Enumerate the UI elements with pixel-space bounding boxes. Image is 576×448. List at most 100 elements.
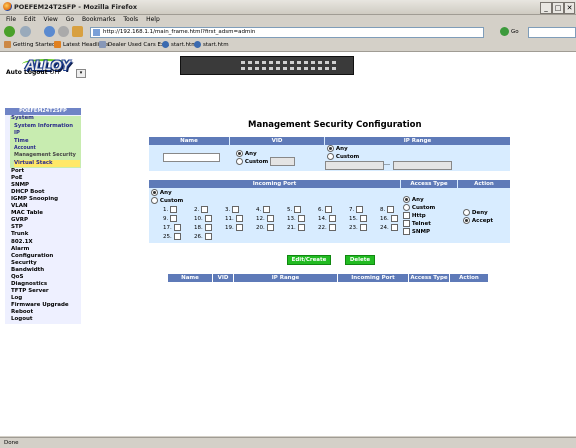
vid-custom-option[interactable]: Custom — [236, 158, 268, 166]
port-14-option[interactable]: 14. — [318, 215, 336, 223]
port-checkbox[interactable] — [356, 206, 363, 213]
ip-custom-radio[interactable] — [327, 153, 334, 160]
url-bar[interactable]: http://192.168.1.1/main_frame.html?first… — [90, 27, 484, 38]
sidebar-item-poe[interactable]: PoE — [11, 175, 23, 182]
menu-go[interactable]: Go — [66, 15, 74, 25]
sidebar-item-security[interactable]: Security — [11, 260, 37, 267]
menu-bookmarks[interactable]: Bookmarks — [82, 15, 116, 25]
port-checkbox[interactable] — [235, 224, 243, 231]
close-button[interactable]: ✕ — [564, 2, 575, 14]
action-deny-option[interactable]: Deny — [463, 209, 488, 217]
ip-end-input[interactable] — [393, 161, 452, 170]
port-15-option[interactable]: 15. — [349, 215, 367, 223]
sidebar-item-snmp[interactable]: SNMP — [11, 182, 29, 189]
port-17-option[interactable]: 17. — [163, 224, 181, 232]
port-checkbox[interactable] — [294, 206, 301, 213]
port-checkbox[interactable] — [266, 224, 274, 231]
port-23-option[interactable]: 23. — [349, 224, 367, 232]
menu-view[interactable]: View — [44, 15, 58, 25]
access-any-option[interactable]: Any — [403, 196, 424, 204]
port-24-option[interactable]: 24. — [380, 224, 398, 232]
ip-any-option[interactable]: Any — [327, 145, 348, 153]
port-1-option[interactable]: 1. — [163, 206, 177, 214]
port-22-option[interactable]: 22. — [318, 224, 336, 232]
maximize-button[interactable]: □ — [552, 2, 564, 14]
port-checkbox[interactable] — [297, 224, 305, 231]
forward-icon[interactable] — [20, 26, 31, 37]
port-11-option[interactable]: 11. — [225, 215, 243, 223]
port-checkbox[interactable] — [297, 215, 305, 222]
bookmark-start-2[interactable]: start.htm — [194, 41, 229, 50]
access-http-option[interactable]: Http — [403, 212, 426, 220]
port-checkbox[interactable] — [328, 215, 336, 222]
port-checkbox[interactable] — [204, 224, 212, 231]
port-8-option[interactable]: 8. — [380, 206, 394, 214]
sidebar-item-trunk[interactable]: Trunk — [11, 231, 28, 238]
accept-radio[interactable] — [463, 217, 470, 224]
sidebar-sub-time[interactable]: Time — [14, 138, 29, 145]
port-checkbox[interactable] — [201, 206, 208, 213]
edit-create-button[interactable]: Edit/Create — [287, 255, 331, 265]
port-10-option[interactable]: 10. — [194, 215, 212, 223]
port-checkbox[interactable] — [390, 224, 398, 231]
port-checkbox[interactable] — [173, 224, 181, 231]
port-9-option[interactable]: 9. — [163, 215, 177, 223]
home-icon[interactable] — [72, 26, 83, 37]
port-18-option[interactable]: 18. — [194, 224, 212, 232]
access-custom-radio[interactable] — [403, 204, 410, 211]
sidebar-item-log[interactable]: Log — [11, 295, 22, 302]
port-2-option[interactable]: 2. — [194, 206, 208, 214]
sidebar-item-alarm[interactable]: Alarm — [11, 246, 29, 253]
go-icon[interactable] — [500, 27, 509, 36]
bookmark-dealer[interactable]: Dealer Used Cars Ex... — [99, 41, 170, 50]
port-any-radio[interactable] — [151, 189, 158, 196]
access-snmp-option[interactable]: SNMP — [403, 228, 430, 236]
port-26-option[interactable]: 26. — [194, 233, 212, 241]
back-icon[interactable] — [4, 26, 15, 37]
port-checkbox[interactable] — [387, 206, 394, 213]
sidebar-item-stp[interactable]: STP — [11, 224, 23, 231]
port-5-option[interactable]: 5. — [287, 206, 301, 214]
port-7-option[interactable]: 7. — [349, 206, 363, 214]
sidebar-sub-ip[interactable]: IP — [14, 130, 20, 137]
sidebar-item-firmware-upgrade[interactable]: Firmware Upgrade — [11, 302, 69, 309]
ip-custom-option[interactable]: Custom — [327, 153, 359, 161]
minimize-button[interactable]: _ — [540, 2, 552, 14]
port-checkbox[interactable] — [170, 206, 177, 213]
sidebar-item-dhcp-boot[interactable]: DHCP Boot — [11, 189, 45, 196]
port-checkbox[interactable] — [325, 206, 332, 213]
port-checkbox[interactable] — [204, 233, 212, 240]
search-input[interactable] — [528, 27, 576, 38]
snmp-checkbox[interactable] — [403, 228, 410, 235]
port-checkbox[interactable] — [266, 215, 274, 222]
access-telnet-option[interactable]: Telnet — [403, 220, 431, 228]
port-any-option[interactable]: Any — [151, 189, 172, 197]
auto-logout-dropdown[interactable]: ▾ — [76, 69, 86, 78]
go-label[interactable]: Go — [511, 29, 519, 35]
access-custom-option[interactable]: Custom — [403, 204, 435, 212]
port-19-option[interactable]: 19. — [225, 224, 243, 232]
sidebar-sub-system-information[interactable]: System Information — [14, 123, 73, 130]
sidebar-item-igmp-snooping[interactable]: IGMP Snooping — [11, 196, 58, 203]
menu-edit[interactable]: Edit — [24, 15, 36, 25]
port-checkbox[interactable] — [170, 215, 177, 222]
port-4-option[interactable]: 4. — [256, 206, 270, 214]
port-checkbox[interactable] — [204, 215, 212, 222]
sidebar-item-port[interactable]: Port — [11, 168, 24, 175]
vid-any-option[interactable]: Any — [236, 150, 257, 158]
port-25-option[interactable]: 25. — [163, 233, 181, 241]
sidebar-item-diagnostics[interactable]: Diagnostics — [11, 281, 47, 288]
sidebar-item-configuration[interactable]: Configuration — [11, 253, 53, 260]
sidebar-item-802-1x[interactable]: 802.1X — [11, 239, 33, 246]
sidebar-item-tftp-server[interactable]: TFTP Server — [11, 288, 49, 295]
menu-file[interactable]: File — [6, 15, 16, 25]
sidebar-item-qos[interactable]: QoS — [11, 274, 23, 281]
sidebar-item-system[interactable]: System — [11, 115, 34, 122]
access-any-radio[interactable] — [403, 196, 410, 203]
port-16-option[interactable]: 16. — [380, 215, 398, 223]
name-input[interactable] — [163, 153, 220, 162]
port-20-option[interactable]: 20. — [256, 224, 274, 232]
action-accept-option[interactable]: Accept — [463, 217, 493, 225]
port-custom-radio[interactable] — [151, 197, 158, 204]
telnet-checkbox[interactable] — [403, 220, 410, 227]
